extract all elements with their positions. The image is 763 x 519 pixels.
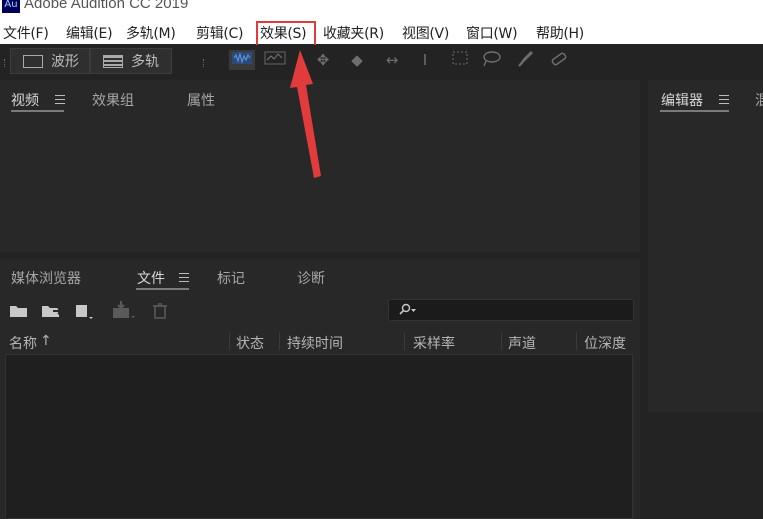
time-selection-icon[interactable]: I [414,50,436,70]
tab-media-browser[interactable]: 媒体浏览器 [11,268,81,288]
menu-window[interactable]: 窗口(W) [466,23,518,43]
column-sample-rate[interactable]: 采样率 [413,333,455,353]
file-list[interactable] [5,354,633,519]
search-icon [399,303,416,315]
column-name[interactable]: 名称 [9,333,37,353]
search-input[interactable] [388,299,634,321]
column-divider[interactable] [501,332,502,350]
app-logo: Au [2,0,20,13]
multitrack-view-button[interactable]: 多轨 [90,48,172,74]
video-effects-properties-panel: 视频 效果组 属性 [0,80,640,252]
window-title-bar: Au Adobe Audition CC 2019 [0,0,763,14]
column-channels[interactable]: 声道 [508,333,536,353]
active-tab-underline [11,110,64,112]
tab-files[interactable]: 文件 [137,268,165,288]
window-title: Adobe Audition CC 2019 [24,0,189,12]
spectral-pitch-icon[interactable] [262,50,288,70]
column-duration[interactable]: 持续时间 [287,333,343,353]
menu-file[interactable]: 文件(F) [3,23,49,43]
tab-editor[interactable]: 编辑器 [661,90,703,110]
waveform-view-icon [23,54,43,68]
column-divider[interactable] [279,332,280,350]
active-tab-underline [660,110,729,112]
marquee-selection-icon[interactable] [449,50,471,70]
toolbar-grip [4,59,7,67]
insert-into-multitrack-icon[interactable] [111,300,137,324]
delete-file-icon[interactable] [153,303,167,323]
tab-diagnostics[interactable]: 诊断 [297,268,325,288]
waveform-view-button[interactable]: 波形 [10,48,90,74]
column-divider[interactable] [229,332,230,350]
open-file-icon[interactable] [9,303,29,323]
menu-favorites[interactable]: 收藏夹(R) [323,23,384,43]
sort-ascending-icon: ↑ [40,333,52,349]
spectral-frequency-icon[interactable] [229,50,255,70]
column-divider[interactable] [404,332,405,350]
editor-panel: 编辑器 混 [648,80,763,412]
multitrack-view-label: 多轨 [131,54,159,70]
column-divider[interactable] [576,332,577,350]
move-tool-icon[interactable]: ✥ [312,50,334,70]
menu-clip[interactable]: 剪辑(C) [196,23,244,43]
lasso-selection-icon[interactable] [480,50,502,70]
tab-markers[interactable]: 标记 [217,268,245,288]
menu-bar: 文件(F) 编辑(E) 多轨(M) 剪辑(C) 效果(S) 收藏夹(R) 视图(… [0,14,763,44]
waveform-view-label: 波形 [51,54,79,70]
menu-help[interactable]: 帮助(H) [536,23,584,43]
panel-menu-icon[interactable] [55,95,65,104]
tab-effects-rack[interactable]: 效果组 [92,90,134,110]
toolbar-grip [203,59,206,67]
menu-multitrack[interactable]: 多轨(M) [126,23,176,43]
multitrack-view-icon [103,54,123,68]
toolbar: 波形 多轨 ✥ ◆ ↔ I [0,45,763,77]
new-file-icon[interactable] [74,303,98,325]
column-bit-depth[interactable]: 位深度 [584,333,626,353]
razor-tool-icon[interactable]: ◆ [346,50,368,70]
tab-properties[interactable]: 属性 [187,90,215,110]
tab-video[interactable]: 视频 [11,90,39,110]
brush-selection-icon[interactable] [514,50,536,70]
active-tab-underline [136,288,189,290]
slip-tool-icon[interactable]: ↔ [379,50,405,70]
panel-menu-icon[interactable] [719,95,729,104]
spot-healing-icon[interactable] [548,50,570,70]
menu-view[interactable]: 视图(V) [402,23,449,43]
panel-menu-icon[interactable] [179,273,189,282]
import-file-icon[interactable] [41,303,63,323]
column-status[interactable]: 状态 [236,333,264,353]
tab-mixer[interactable]: 混 [755,90,763,110]
menu-edit[interactable]: 编辑(E) [66,23,113,43]
